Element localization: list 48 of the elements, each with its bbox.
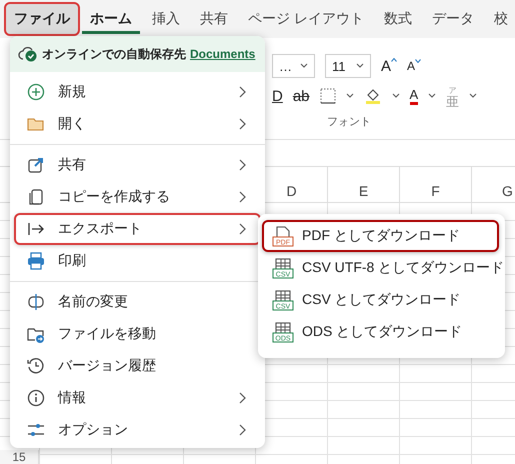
menu-item-icon	[26, 155, 46, 175]
ribbon-tab[interactable]: 数式	[374, 2, 422, 36]
autosave-text: オンラインでの自動保存先	[42, 46, 186, 62]
caret-icon	[428, 93, 436, 99]
caret-icon	[469, 93, 478, 99]
ribbon-tab[interactable]: ページ レイアウト	[238, 2, 374, 36]
menu-item[interactable]: エクスポート	[14, 213, 261, 245]
menu-item[interactable]: 新規	[14, 76, 261, 108]
cloud-check-icon	[18, 45, 38, 63]
caret-down-icon	[415, 59, 422, 63]
ribbon-tab[interactable]: 校	[484, 2, 515, 36]
font-size-dropdown[interactable]: 11	[325, 54, 371, 78]
menu-item-icon	[26, 292, 46, 312]
column-header[interactable]: G	[471, 167, 515, 202]
menu-item[interactable]: 印刷	[14, 245, 261, 277]
menu-item-icon	[26, 82, 46, 102]
caret-icon	[356, 63, 364, 69]
ribbon-tab[interactable]: 共有	[190, 2, 238, 36]
group-label: フォント	[326, 115, 372, 129]
menu-item-icon	[26, 251, 46, 271]
ribbon-tab[interactable]: 挿入	[142, 2, 190, 36]
menu-item[interactable]: ファイルを移動	[14, 318, 261, 350]
grow-font-button[interactable]: A	[381, 58, 398, 74]
caret-icon	[392, 93, 400, 99]
ribbon-tab[interactable]: データ	[422, 2, 484, 36]
column-header[interactable]: E	[327, 167, 399, 202]
menu-item[interactable]: 情報	[14, 382, 261, 414]
strikethrough-button[interactable]: ab	[292, 88, 310, 104]
ribbon-tab[interactable]: ホーム	[80, 2, 142, 36]
caret-icon	[346, 93, 354, 99]
shrink-font-button[interactable]: A	[407, 59, 422, 73]
fill-color-icon[interactable]	[364, 87, 382, 105]
menu-item[interactable]: 名前の変更	[14, 286, 261, 318]
menu-item-icon	[26, 356, 46, 376]
row-header[interactable]: 15	[0, 450, 39, 464]
menu-item-icon	[26, 388, 46, 408]
ribbon-tab[interactable]: ファイル	[4, 2, 80, 36]
menu-item[interactable]: バージョン履歴	[14, 350, 261, 382]
menu-item[interactable]: 開く	[14, 108, 261, 140]
column-header[interactable]: F	[399, 167, 471, 202]
font-color-button[interactable]: A	[410, 88, 418, 104]
menu-item[interactable]: オプション	[14, 414, 261, 446]
documents-link[interactable]: Documents	[190, 47, 256, 61]
borders-icon[interactable]	[320, 88, 336, 104]
caret-icon	[300, 63, 308, 69]
font-name-dropdown[interactable]: …	[272, 54, 315, 78]
underline-button[interactable]: D	[272, 88, 283, 104]
caret-up-icon	[391, 58, 398, 62]
